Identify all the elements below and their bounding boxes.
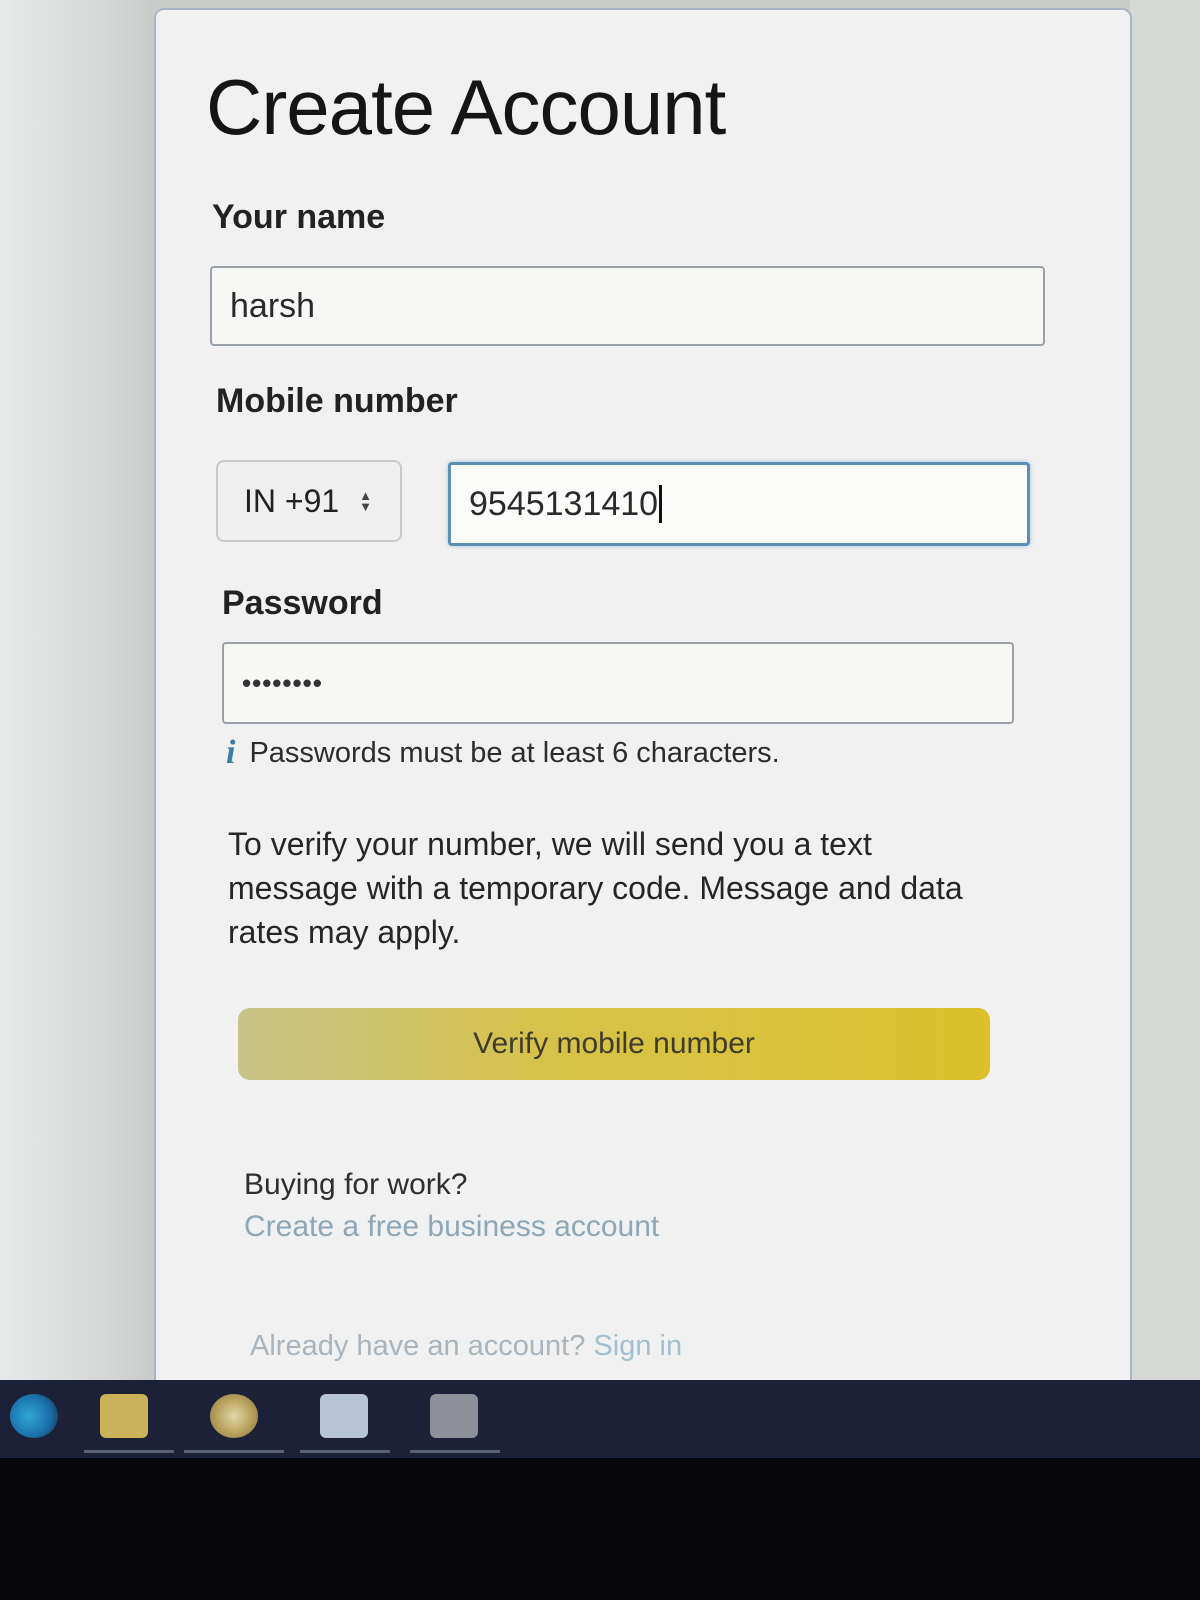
taskbar-active-indicator	[300, 1450, 390, 1453]
taskbar-active-indicator	[84, 1450, 174, 1453]
edge-browser-icon[interactable]	[10, 1394, 58, 1438]
folder-icon[interactable]	[100, 1394, 148, 1438]
password-input[interactable]: ••••••••	[222, 642, 1014, 724]
country-code-select[interactable]: IN +91 ▲ ▼	[216, 460, 402, 542]
verify-mobile-button[interactable]: Verify mobile number	[238, 1008, 990, 1080]
monitor-bezel	[0, 1458, 1200, 1600]
mobile-number-value: 9545131410	[469, 484, 659, 523]
name-input[interactable]: harsh	[210, 266, 1045, 346]
taskbar-active-indicator	[184, 1450, 284, 1453]
password-masked-value: ••••••••	[242, 667, 323, 698]
name-label: Your name	[212, 198, 386, 236]
country-code-value: IN +91	[244, 482, 340, 519]
password-label: Password	[222, 584, 383, 622]
create-account-card: Create Account Your name harsh Mobile nu…	[154, 8, 1132, 1408]
signin-row: Already have an account? Sign in	[250, 1330, 682, 1363]
password-hint: i Passwords must be at least 6 character…	[226, 734, 780, 772]
taskbar-active-indicator	[410, 1450, 500, 1453]
background-left	[0, 0, 150, 1380]
business-question: Buying for work?	[244, 1168, 468, 1201]
name-value: harsh	[230, 286, 316, 325]
store-icon[interactable]	[320, 1394, 368, 1438]
mobile-number-input[interactable]: 9545131410	[448, 462, 1030, 546]
taskbar	[0, 1380, 1200, 1458]
signin-prompt: Already have an account?	[250, 1330, 586, 1362]
page-title: Create Account	[206, 63, 726, 151]
verify-notice: To verify your number, we will send you …	[228, 826, 963, 950]
password-hint-text: Passwords must be at least 6 characters.	[249, 736, 780, 769]
info-icon: i	[226, 734, 236, 771]
mobile-label: Mobile number	[216, 382, 458, 420]
chevron-updown-icon: ▲ ▼	[359, 488, 373, 514]
create-business-account-link[interactable]: Create a free business account	[244, 1210, 659, 1244]
text-cursor	[659, 485, 663, 523]
app-icon[interactable]	[430, 1394, 478, 1438]
background-right	[1130, 0, 1200, 1380]
signin-link[interactable]: Sign in	[593, 1330, 682, 1362]
chrome-browser-icon[interactable]	[210, 1394, 258, 1438]
